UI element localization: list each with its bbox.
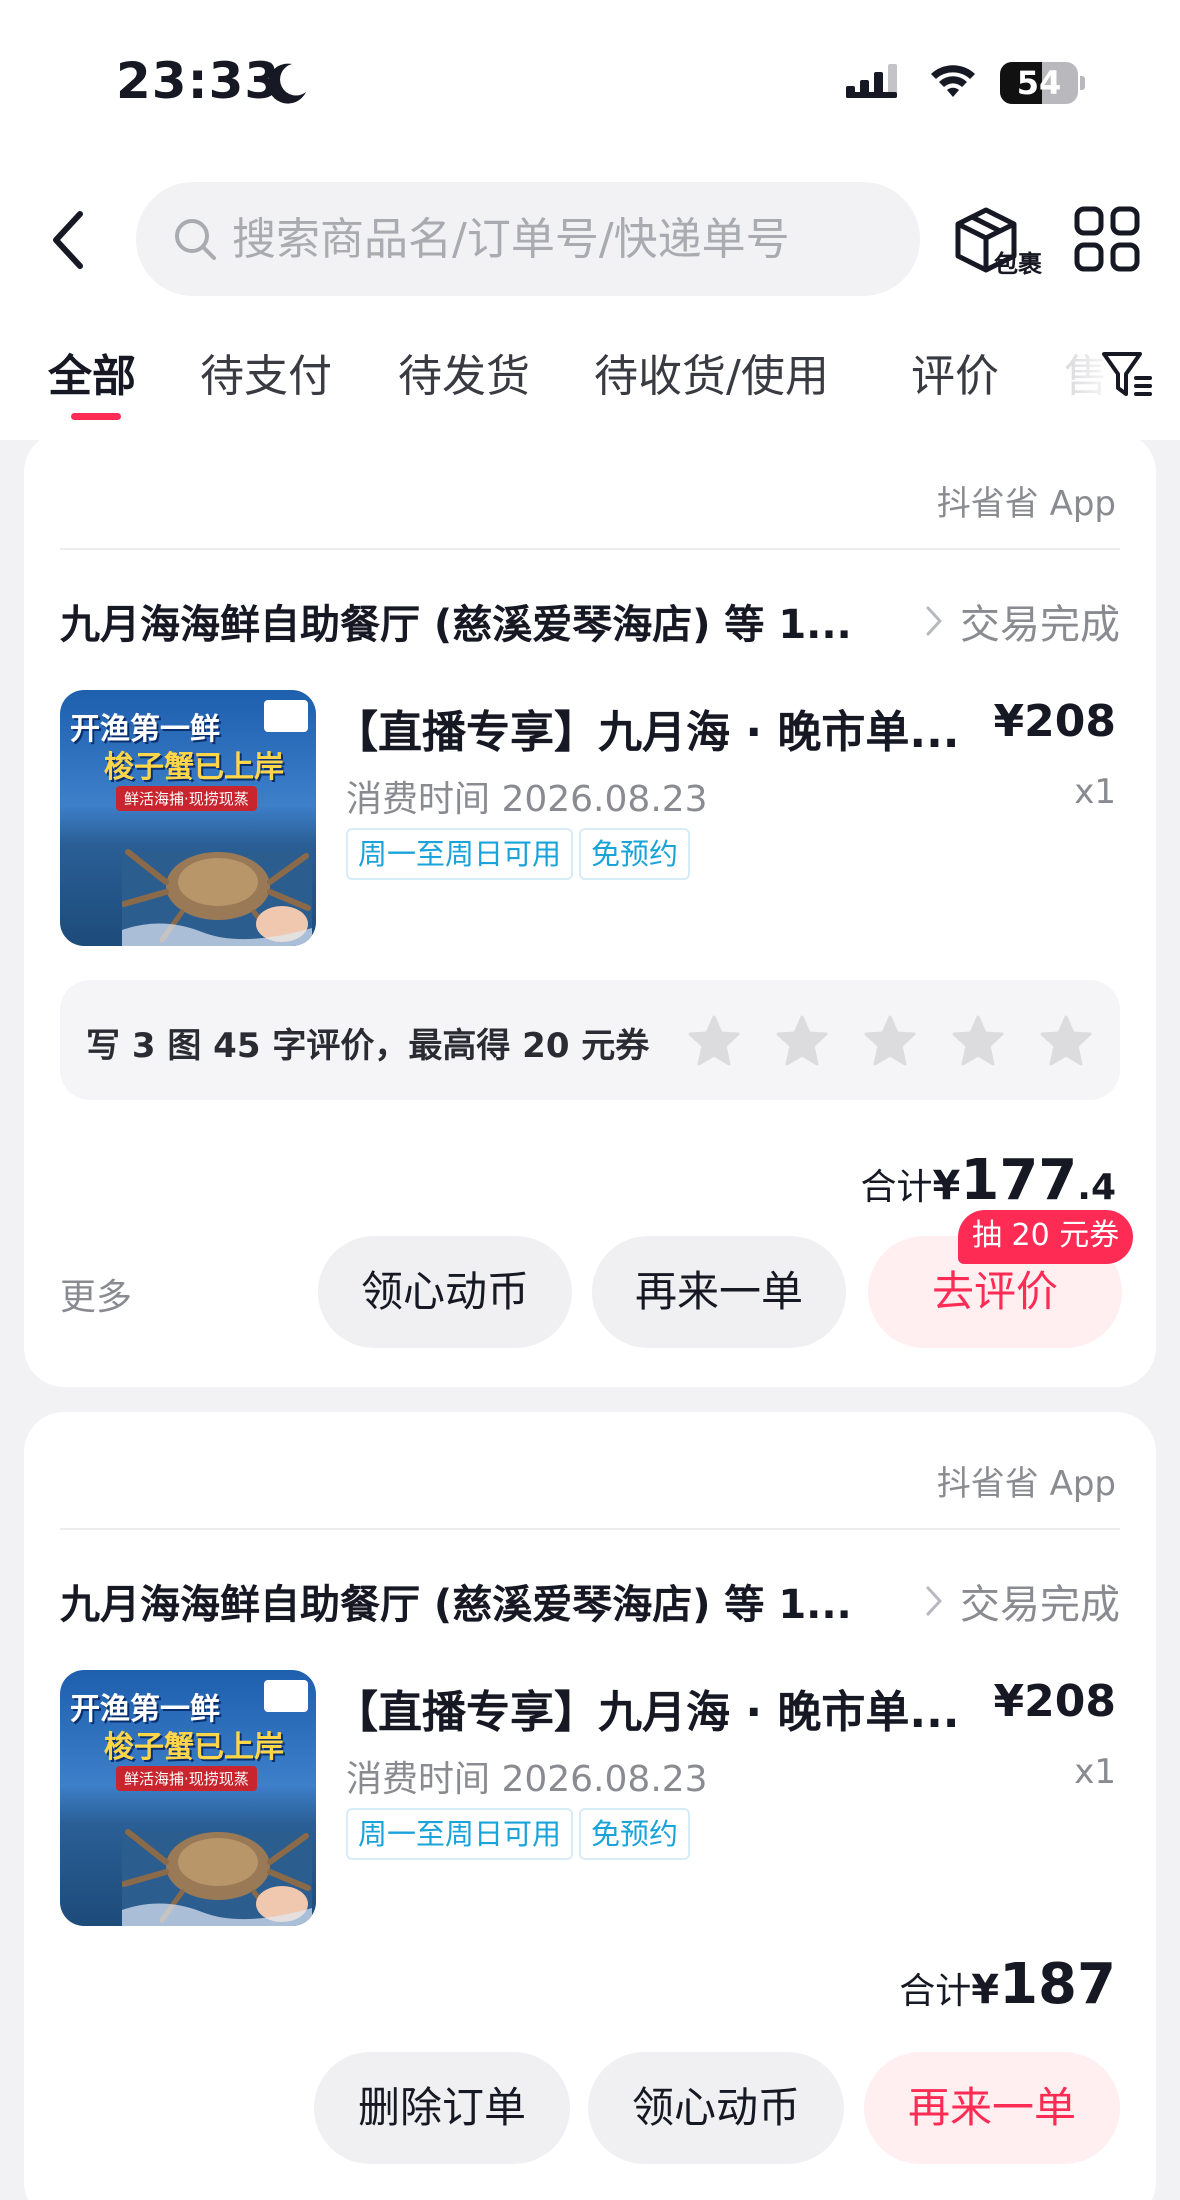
crab-illustration (122, 849, 312, 946)
shop-row[interactable]: 九月海海鲜自助餐厅 (慈溪爱琴海店) 等 1... 交易完成 (60, 1572, 1120, 1632)
product-tags: 周一至周日可用 免预约 (346, 1808, 696, 1860)
header: 23:33 54 搜索商品名/订单号/快递单号 包裹 全部 待支付 待发货 待收… (0, 0, 1180, 440)
divider (60, 548, 1120, 550)
product-quantity: x1 (1074, 1752, 1116, 1792)
moon-icon (267, 63, 306, 104)
order-tabs: 全部 待支付 待发货 待收货/使用 评价 售 (0, 340, 1180, 440)
chevron-right-icon (926, 606, 942, 636)
brand-logo (264, 1680, 308, 1712)
status-time: 23:33 (116, 52, 281, 110)
brand-logo (264, 700, 308, 732)
order-status: 交易完成 (960, 602, 1120, 648)
star-icon[interactable] (686, 1014, 742, 1068)
product-image[interactable]: 开渔第一鲜 梭子蟹已上岸 鲜活海捕·现捞现蒸 (60, 690, 316, 946)
delete-order-button[interactable]: 删除订单 (314, 2052, 570, 2164)
total-decimal: .4 (1077, 1167, 1116, 1208)
total-integer: 187 (999, 1952, 1116, 2017)
reorder-button[interactable]: 再来一单 (592, 1236, 846, 1348)
product-image[interactable]: 开渔第一鲜 梭子蟹已上岸 鲜活海捕·现捞现蒸 (60, 1670, 316, 1926)
shop-row[interactable]: 九月海海鲜自助餐厅 (慈溪爱琴海店) 等 1... 交易完成 (60, 592, 1120, 652)
total-currency: ¥ (932, 1163, 961, 1209)
tab-active-indicator (71, 413, 121, 420)
product-quantity: x1 (1074, 772, 1116, 812)
star-icon[interactable] (1038, 1014, 1094, 1068)
image-subheadline: 梭子蟹已上岸 (104, 750, 284, 785)
total-label: 合计 (860, 1167, 933, 1208)
coupon-badge: 抽 20 元券 (958, 1210, 1134, 1264)
star-icon[interactable] (950, 1014, 1006, 1068)
tab-pending-shipment[interactable]: 待发货 (398, 340, 530, 420)
tag-available-days: 周一至周日可用 (346, 1808, 574, 1860)
chevron-right-icon (926, 1586, 942, 1616)
wifi-icon (931, 65, 975, 97)
product-price: ¥208 (993, 696, 1116, 747)
earn-coins-button[interactable]: 领心动币 (318, 1236, 572, 1348)
tag-no-reservation: 免预约 (579, 828, 691, 880)
status-bar: 23:33 54 (0, 0, 1180, 170)
order-status: 交易完成 (960, 1582, 1120, 1628)
order-total: 合计¥177.4 (861, 1148, 1117, 1213)
order-total: 合计¥187 (899, 1952, 1116, 2017)
back-icon[interactable] (40, 200, 100, 280)
product-title[interactable]: 【直播专享】九月海 · 晚市单... (334, 1676, 974, 1740)
battery-level: 54 (1016, 64, 1062, 102)
star-icon[interactable] (862, 1014, 918, 1068)
shop-name[interactable]: 九月海海鲜自助餐厅 (慈溪爱琴海店) 等 1... (60, 592, 890, 650)
total-label: 合计 (899, 1971, 972, 2012)
consume-time: 消费时间 2026.08.23 (346, 1759, 708, 1800)
review-prompt-text: 写 3 图 45 字评价，最高得 20 元券 (86, 1026, 650, 1066)
image-caption: 鲜活海捕·现捞现蒸 (116, 1766, 257, 1791)
search-icon (175, 219, 216, 260)
grid-menu-icon[interactable] (1074, 206, 1140, 272)
cellular-signal-icon (846, 64, 897, 98)
image-subheadline: 梭子蟹已上岸 (104, 1730, 284, 1765)
search-input[interactable] (232, 204, 892, 274)
order-card[interactable]: 抖省省 App 九月海海鲜自助餐厅 (慈溪爱琴海店) 等 1... 交易完成 开… (24, 1412, 1156, 2200)
product-tags: 周一至周日可用 免预约 (346, 828, 696, 880)
tab-all[interactable]: 全部 (48, 340, 136, 420)
shop-name[interactable]: 九月海海鲜自助餐厅 (慈溪爱琴海店) 等 1... (60, 1572, 890, 1630)
tag-no-reservation: 免预约 (579, 1808, 691, 1860)
battery-icon: 54 (1000, 62, 1086, 106)
product-price: ¥208 (993, 1676, 1116, 1727)
total-currency: ¥ (971, 1967, 1000, 2013)
crab-illustration (122, 1829, 312, 1926)
order-card[interactable]: 抖省省 App 九月海海鲜自助餐厅 (慈溪爱琴海店) 等 1... 交易完成 开… (24, 432, 1156, 1387)
product-title[interactable]: 【直播专享】九月海 · 晚市单... (334, 696, 974, 760)
total-integer: 177 (960, 1148, 1078, 1213)
tab-pending-payment[interactable]: 待支付 (200, 340, 332, 420)
tab-pending-receipt[interactable]: 待收货/使用 (594, 340, 829, 420)
earn-coins-button[interactable]: 领心动币 (588, 2052, 844, 2164)
review-prompt-bar[interactable]: 写 3 图 45 字评价，最高得 20 元券 (60, 980, 1120, 1100)
star-icon[interactable] (774, 1014, 830, 1068)
reorder-button[interactable]: 再来一单 (864, 2052, 1120, 2164)
package-label: 包裹 (994, 250, 1042, 278)
filter-icon[interactable] (1100, 348, 1154, 402)
order-source: 抖省省 App (936, 484, 1116, 524)
search-bar[interactable] (136, 182, 920, 296)
image-caption: 鲜活海捕·现捞现蒸 (116, 786, 257, 811)
consume-time: 消费时间 2026.08.23 (346, 779, 708, 820)
order-source: 抖省省 App (936, 1464, 1116, 1504)
divider (60, 1528, 1120, 1530)
tag-available-days: 周一至周日可用 (346, 828, 574, 880)
tab-review[interactable]: 评价 (911, 340, 999, 420)
package-button[interactable]: 包裹 (950, 204, 1050, 284)
more-button[interactable]: 更多 (60, 1268, 132, 1320)
